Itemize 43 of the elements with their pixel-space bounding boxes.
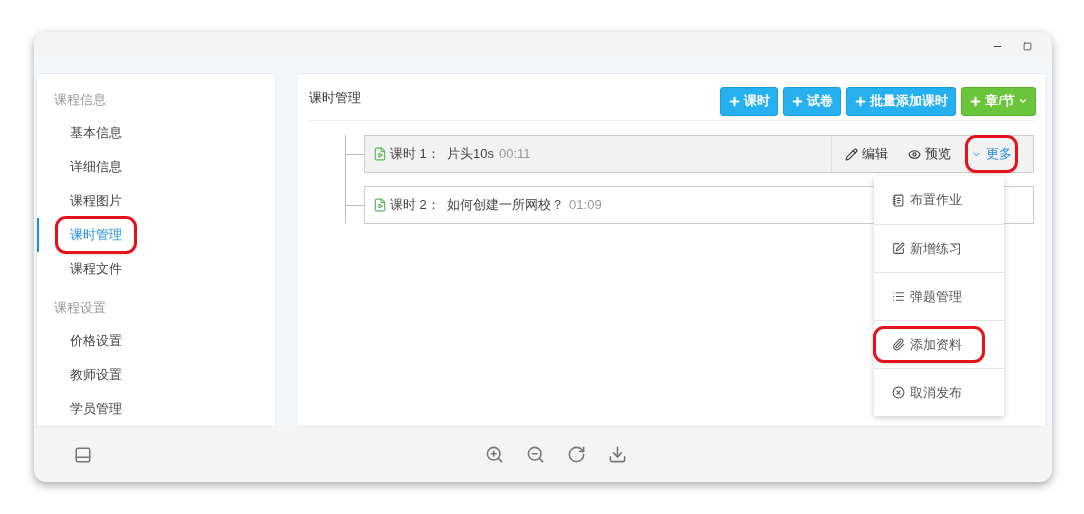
sidebar-item[interactable]: 教师设置 [58,359,134,391]
sidebar-group-title: 课程信息 [53,91,107,109]
video-file-icon [373,198,387,212]
menu-item[interactable]: 弹题管理 [876,280,982,313]
menu-item[interactable]: 添加资料 [876,328,982,361]
sidebar-group-title: 课程设置 [53,299,107,317]
lesson-duration: 01:09 [569,196,602,215]
zoom-in-icon[interactable] [485,445,504,464]
sidebar-item[interactable]: 课程图片 [58,185,134,217]
lesson-row[interactable]: 课时 1： 片头10s 00:11 编辑 预览 更多 [364,135,1034,173]
rotate-icon[interactable] [567,445,586,464]
action-link[interactable]: 编辑 [842,138,891,170]
panel-title: 课时管理 [309,89,361,108]
edit-square-icon [892,242,905,255]
sidebar-item[interactable]: 学员管理 [58,393,134,425]
eye-icon [908,147,921,161]
menu-item[interactable]: 布置作业 [876,184,982,216]
sidebar-item[interactable]: 课时管理 [58,219,134,251]
video-file-icon [373,147,387,161]
plus-icon [969,94,983,108]
download-icon[interactable] [608,445,627,464]
menu-item[interactable]: 取消发布 [876,376,982,409]
zoom-out-icon[interactable] [526,445,545,464]
lesson-duration: 00:11 [499,145,531,164]
sidebar-item[interactable]: 课程文件 [58,253,134,285]
notebook-icon [892,193,905,207]
plus-icon [728,94,742,108]
plus-icon [791,94,805,108]
sidebar-item[interactable]: 详细信息 [58,151,134,183]
pencil-icon [845,147,858,161]
action-link[interactable]: 预览 [905,138,954,170]
lesson-title: 课时 1： 片头10s [390,145,495,164]
list-icon [892,290,905,303]
plus-icon [854,94,868,108]
sidebar-item[interactable]: 基本信息 [58,117,134,149]
circle-x-icon [892,386,905,399]
sidebar-item[interactable]: 价格设置 [58,325,134,357]
lesson-title: 课时 2： 如何创建一所网校？ [390,196,565,215]
menu-item[interactable]: 新增练习 [876,232,982,265]
thumbnail-panel-icon[interactable] [74,445,92,464]
caret-icon [1018,96,1028,106]
paperclip-icon [892,338,905,351]
maximize-icon[interactable] [1023,41,1032,51]
